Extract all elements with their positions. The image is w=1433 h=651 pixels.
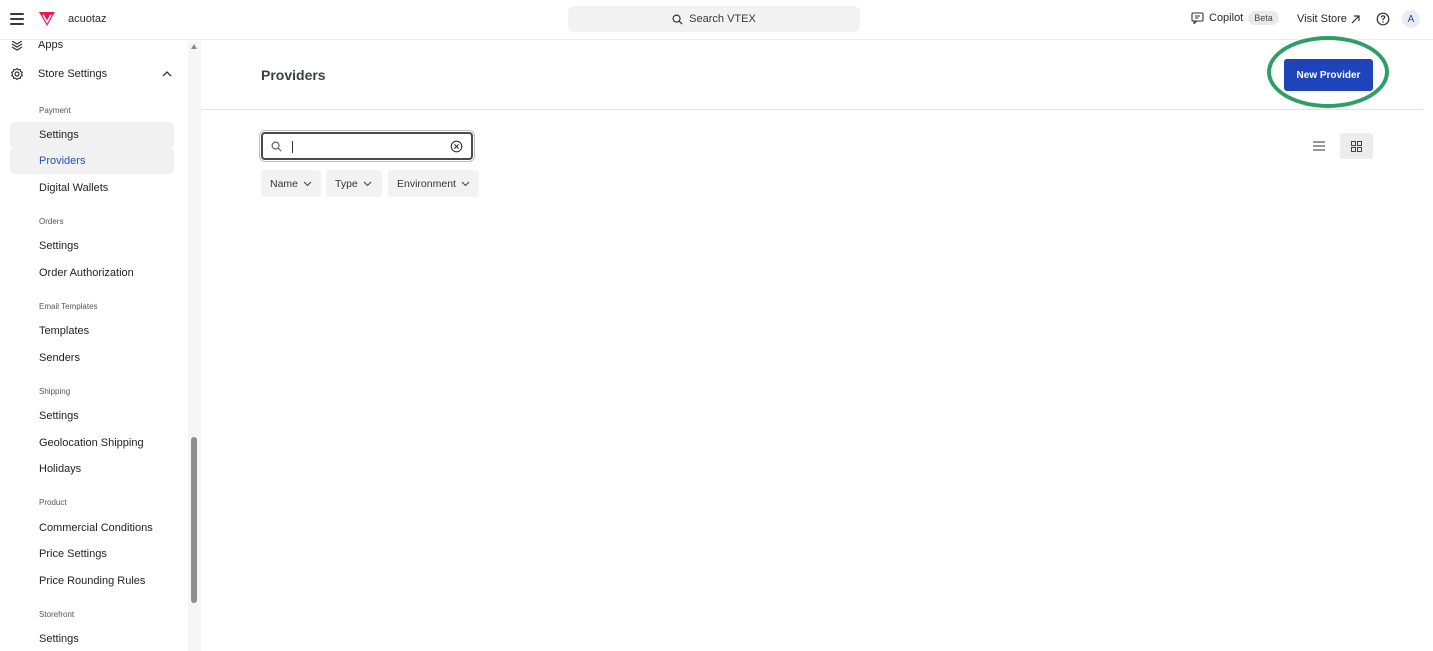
filter-type[interactable]: Type (326, 170, 382, 197)
new-provider-button[interactable]: New Provider (1284, 59, 1373, 91)
sidebar-item-price-rounding-rules[interactable]: Price Rounding Rules (10, 568, 174, 594)
sidebar-item-order-authorization[interactable]: Order Authorization (10, 260, 174, 286)
layers-icon (11, 41, 23, 51)
sidebar-item-holidays[interactable]: Holidays (10, 456, 174, 482)
sidebar: Apps Store Settings Payment Settings Pro… (0, 41, 201, 651)
sidebar-item-orders-settings[interactable]: Settings (10, 233, 174, 259)
sidebar-item-templates[interactable]: Templates (10, 318, 174, 344)
grid-icon (1351, 140, 1362, 152)
text-cursor (292, 141, 293, 153)
filter-type-label: Type (335, 177, 358, 190)
sidebar-item-apps[interactable]: Apps (10, 41, 63, 52)
scrollbar-thumb[interactable] (191, 437, 197, 603)
sidebar-item-digital-wallets[interactable]: Digital Wallets (10, 175, 174, 201)
sidebar-item-storefront-settings[interactable]: Settings (10, 626, 174, 651)
sidebar-item-geolocation-shipping[interactable]: Geolocation Shipping (10, 430, 174, 456)
provider-search-input[interactable] (287, 138, 447, 155)
sidebar-item-shipping-settings[interactable]: Settings (10, 403, 174, 429)
sidebar-item-payment-settings[interactable]: Settings (10, 122, 174, 148)
section-orders: Orders (39, 217, 64, 226)
grid-view-button[interactable] (1340, 133, 1373, 159)
gear-icon (10, 67, 24, 81)
filter-environment[interactable]: Environment (388, 170, 479, 197)
external-arrow-icon (1351, 14, 1360, 23)
sidebar-item-label: Apps (38, 41, 64, 51)
page-title: Providers (261, 67, 326, 83)
section-email-templates: Email Templates (39, 302, 98, 311)
global-search-button[interactable]: Search VTEX (568, 6, 860, 32)
chevron-up-icon[interactable] (161, 69, 173, 79)
chevron-down-icon (303, 181, 312, 186)
filter-name-label: Name (270, 177, 299, 190)
chat-icon (1191, 12, 1204, 24)
list-view-button[interactable] (1306, 133, 1332, 159)
copilot-label: Copilot (1209, 12, 1244, 24)
sidebar-item-senders[interactable]: Senders (10, 345, 174, 371)
search-icon (672, 14, 683, 25)
sidebar-item-price-settings[interactable]: Price Settings (10, 541, 174, 567)
clear-circle-icon[interactable] (450, 140, 463, 153)
vtex-logo-icon[interactable] (38, 11, 56, 27)
provider-search-field[interactable] (259, 130, 475, 162)
section-storefront: Storefront (39, 610, 75, 619)
sidebar-item-store-settings[interactable]: Store Settings (10, 67, 107, 81)
sidebar-item-providers[interactable]: Providers (10, 148, 174, 174)
filter-name[interactable]: Name (261, 170, 321, 197)
sidebar-item-commercial-conditions[interactable]: Commercial Conditions (10, 515, 174, 541)
sidebar-item-label: Store Settings (38, 68, 108, 80)
scroll-up-arrow-icon[interactable] (191, 44, 197, 49)
section-shipping: Shipping (39, 387, 71, 396)
visit-store-link[interactable]: Visit Store (1297, 13, 1360, 25)
page-header: Providers New Provider (201, 36, 1423, 110)
filter-environment-label: Environment (397, 177, 456, 190)
list-icon (1313, 141, 1325, 151)
top-bar: acuotaz Search VTEX Copilot Beta Visit S… (0, 0, 1433, 40)
search-icon (271, 141, 282, 152)
section-product: Product (39, 498, 67, 507)
chevron-down-icon (363, 181, 372, 186)
help-icon[interactable] (1376, 12, 1390, 26)
visit-store-label: Visit Store (1297, 13, 1347, 25)
chevron-down-icon (461, 181, 470, 186)
copilot-button[interactable]: Copilot Beta (1191, 11, 1279, 25)
global-search-label: Search VTEX (689, 13, 756, 25)
beta-badge: Beta (1248, 11, 1279, 25)
account-name[interactable]: acuotaz (68, 13, 107, 25)
avatar[interactable]: A (1402, 10, 1420, 28)
section-payment: Payment (39, 106, 71, 115)
menu-icon[interactable] (10, 13, 24, 25)
